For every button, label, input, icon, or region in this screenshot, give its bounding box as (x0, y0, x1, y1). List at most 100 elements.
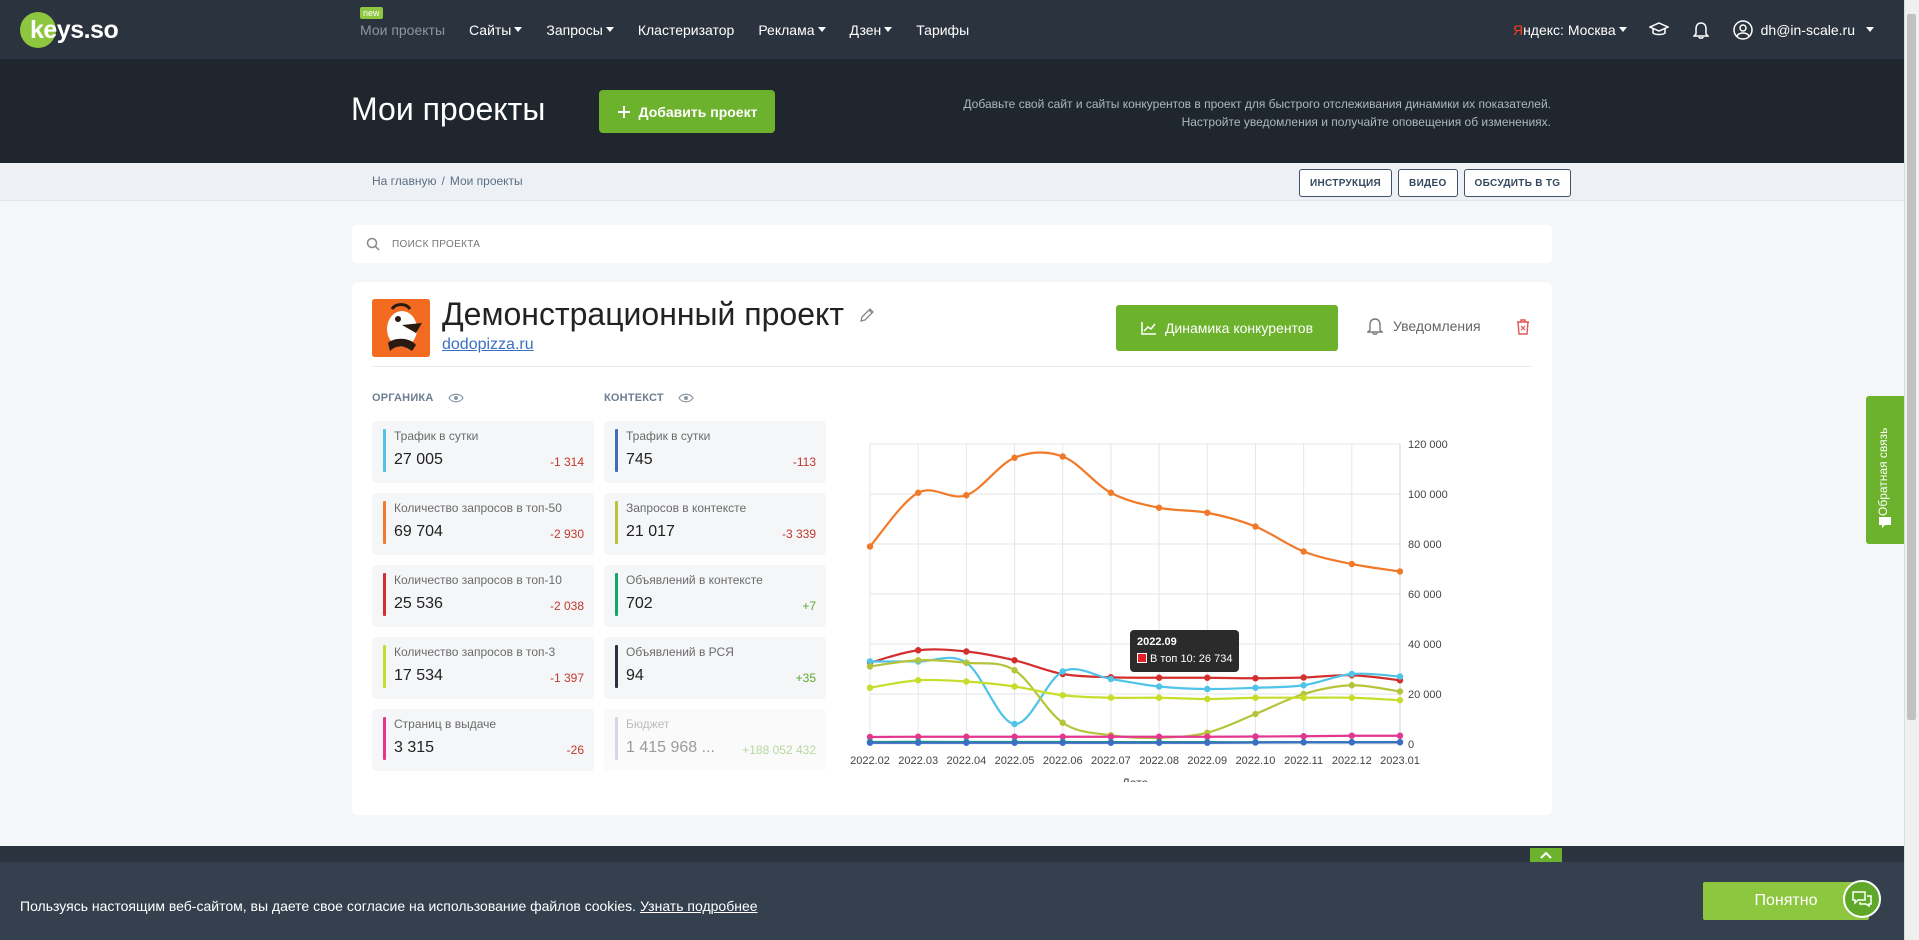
region-selector[interactable]: Яндекс: Москва (1513, 22, 1627, 38)
project-domain-link[interactable]: dodopizza.ru (442, 336, 534, 354)
metric-delta: +7 (802, 599, 816, 613)
breadcrumb: На главную / Мои проекты (372, 174, 523, 188)
series-point (1204, 695, 1211, 703)
user-icon (1732, 19, 1753, 40)
nav-item-0[interactable]: new Мои проекты (360, 6, 445, 38)
pencil-icon[interactable] (858, 306, 876, 324)
user-menu[interactable]: dh@in-scale.ru (1732, 19, 1874, 40)
x-tick-label: 2022.02 (850, 755, 890, 767)
series-point (1348, 739, 1356, 746)
instruction-button[interactable]: ИНСТРУКЦИЯ (1299, 169, 1393, 197)
metric-delta: -113 (792, 455, 816, 469)
chat-icon (1879, 517, 1891, 528)
series-point (1300, 733, 1307, 740)
breadcrumb-current[interactable]: Мои проекты (450, 174, 523, 188)
series-point (1011, 667, 1018, 674)
project-dynamics-chart: 0 20 000 40 000 60 000 80 000 100 000 120 000 2… (850, 439, 1448, 782)
series-point (1252, 523, 1259, 530)
feedback-tab[interactable]: Обратная связь (1866, 396, 1904, 544)
search-input[interactable] (392, 238, 692, 250)
delete-project-button[interactable] (1515, 318, 1531, 341)
context-section-label: КОНТЕКСТ (604, 392, 694, 404)
x-tick-label: 2022.08 (1139, 755, 1179, 767)
trash-icon (1517, 319, 1529, 335)
nav-item-1[interactable]: Сайты (469, 22, 523, 38)
metric-value: 1 415 968 ... (626, 739, 715, 756)
eye-icon[interactable] (678, 393, 694, 403)
scrollbar-thumb[interactable] (1907, 14, 1916, 720)
series-point (963, 648, 970, 655)
nav-item-3[interactable]: Кластеризатор (638, 22, 734, 38)
series-point (1204, 685, 1211, 693)
organic-metric-card[interactable]: Количество запросов в топ-10 25 536 -2 038 (372, 565, 594, 627)
series-point (1059, 692, 1066, 699)
nav-item-6[interactable]: Тарифы (916, 22, 969, 38)
eye-icon[interactable] (447, 393, 464, 403)
metric-value: 69 704 (394, 523, 443, 540)
series-point (1396, 673, 1404, 680)
metric-label: Объявлений в РСЯ (626, 645, 734, 659)
series-point (1252, 739, 1259, 746)
bell-icon[interactable] (1691, 20, 1711, 40)
x-tick-label: 2023.01 (1380, 755, 1420, 767)
y-tick-label: 40 000 (1408, 639, 1442, 651)
series-point (866, 543, 874, 550)
series-point (1396, 732, 1404, 739)
header-description: Добавьте свой сайт и сайты конкурентов в… (963, 97, 1551, 129)
discuss-tg-button[interactable]: ОБСУДИТЬ В TG (1463, 169, 1572, 197)
series-point (963, 492, 970, 499)
graduation-cap-icon[interactable] (1648, 20, 1669, 40)
organic-metric-card[interactable]: Количество запросов в топ-50 69 704 -2 930 (372, 493, 594, 555)
metric-label: Трафик в сутки (394, 429, 479, 443)
metric-value: 27 005 (394, 451, 443, 468)
keys-so-logo[interactable]: keys.so (20, 12, 119, 48)
organic-metric-card[interactable]: Трафик в сутки 27 005 -1 314 (372, 421, 594, 483)
project-title: Демонстрационный проект (442, 296, 876, 333)
metric-delta: +35 (795, 671, 816, 685)
y-tick-label: 60 000 (1408, 589, 1442, 601)
series-point (963, 659, 970, 666)
context-metric-card[interactable]: Объявлений в РСЯ 94 +35 (604, 637, 826, 699)
series-point (1252, 675, 1259, 682)
nav-item-5[interactable]: Дзен (850, 22, 893, 38)
metric-value: 17 534 (394, 667, 443, 684)
organic-metric-card[interactable]: Страниц в выдаче 3 315 -26 (372, 709, 594, 771)
metric-label: Бюджет (626, 717, 670, 731)
metric-label: Количество запросов в топ-3 (394, 645, 556, 659)
series-point (914, 677, 922, 684)
organic-metric-card[interactable]: Количество запросов в топ-3 17 534 -1 397 (372, 637, 594, 699)
metric-value: 25 536 (394, 595, 443, 612)
new-badge: new (360, 6, 383, 19)
series-point (1107, 694, 1115, 701)
context-metric-card[interactable]: Трафик в сутки 745 -113 (604, 421, 826, 483)
series-point (1348, 732, 1356, 739)
x-tick-label: 2022.09 (1187, 755, 1227, 767)
nav-item-4[interactable]: Реклама (758, 22, 826, 38)
nav-item-2[interactable]: Запросы (546, 22, 614, 38)
series-line-0 (869, 451, 1401, 573)
breadcrumb-home-link[interactable]: На главную (372, 174, 436, 188)
series-point (1059, 453, 1066, 460)
metric-label: Количество запросов в топ-10 (394, 573, 562, 587)
metric-value: 3 315 (394, 739, 435, 756)
context-metric-card[interactable]: Объявлений в контексте 702 +7 (604, 565, 826, 627)
series-point (1348, 694, 1356, 701)
scroll-top-button[interactable] (1530, 848, 1562, 862)
series-point (1396, 697, 1404, 704)
metric-delta: -2 038 (549, 599, 584, 613)
chart-tooltip: 2022.09 В топ 10: 26 734 (1130, 630, 1240, 672)
video-button[interactable]: ВИДЕО (1398, 169, 1458, 197)
series-point (1300, 694, 1307, 701)
series-point (1300, 548, 1307, 555)
context-metric-card[interactable]: Бюджет 1 415 968 ... +188 052 432 (604, 709, 826, 771)
cookie-more-link[interactable]: Узнать подробнее (640, 898, 757, 914)
context-metric-card[interactable]: Запросов в контексте 21 017 -3 339 (604, 493, 826, 555)
chat-widget-button[interactable] (1843, 880, 1881, 918)
competitor-dynamics-button[interactable]: Динамика конкурентов (1116, 305, 1338, 351)
metric-label: Объявлений в контексте (626, 573, 763, 587)
notifications-button[interactable]: Уведомления (1367, 317, 1481, 335)
add-project-button[interactable]: Добавить проект (599, 90, 775, 133)
breadcrumb-bar: На главную / Мои проекты ИНСТРУКЦИЯ ВИДЕО … (0, 163, 1904, 201)
page-header (0, 59, 1904, 163)
series-point (866, 739, 874, 746)
